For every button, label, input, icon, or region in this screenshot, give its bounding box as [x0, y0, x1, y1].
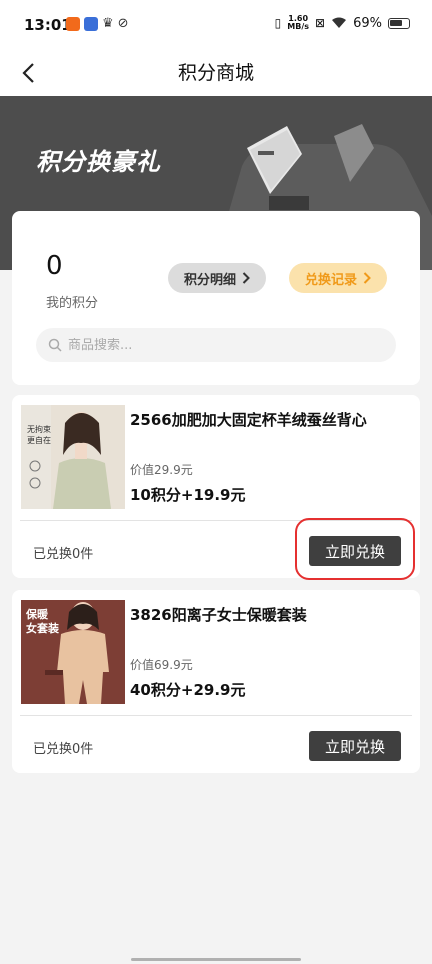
- redeemed-count: 已兑换0件: [33, 742, 94, 757]
- product-name: 2566加肥加大固定杯羊绒蚕丝背心: [130, 411, 367, 429]
- search-input[interactable]: [68, 337, 368, 353]
- sim-icon: ⊠: [315, 16, 326, 30]
- vibrate-icon: ▯: [274, 16, 282, 30]
- redeem-button[interactable]: 立即兑换: [309, 536, 401, 566]
- points-label: 我的积分: [46, 296, 99, 311]
- crown-icon: ♛: [102, 16, 114, 31]
- product-image: 保暖 女套装: [21, 600, 125, 704]
- product-price: 10积分+19.9元: [130, 486, 246, 504]
- chevron-right-icon: [363, 272, 371, 284]
- banner-slogan: 积分换豪礼: [36, 149, 161, 176]
- net-speed: 1.60 MB/s: [287, 15, 309, 31]
- points-detail-button[interactable]: 积分明细: [168, 263, 266, 293]
- exchange-records-button[interactable]: 兑换记录: [289, 263, 387, 293]
- points-value: 0: [46, 251, 63, 281]
- status-app-icons: ♛ ⊘: [66, 17, 129, 31]
- svg-text:无拘束: 无拘束: [27, 424, 51, 434]
- product-name: 3826阳离子女士保暖套装: [130, 606, 307, 624]
- link-icon: ⊘: [117, 16, 129, 31]
- svg-text:保暖: 保暖: [25, 607, 49, 621]
- search-icon: [48, 338, 62, 352]
- nav-bar: 积分商城: [0, 50, 432, 96]
- svg-text:女套装: 女套装: [26, 621, 59, 635]
- battery-icon: [388, 17, 410, 29]
- chevron-right-icon: [242, 272, 250, 284]
- app-notification-icon: [66, 17, 80, 31]
- points-detail-label: 积分明细: [183, 272, 236, 288]
- net-speed-unit: MB/s: [287, 22, 310, 31]
- exchange-records-label: 兑换记录: [304, 272, 357, 288]
- status-bar: 13:01 ♛ ⊘ ▯ 1.60 MB/s ⊠ 69%: [0, 0, 432, 50]
- card-divider: [20, 715, 412, 716]
- wifi-icon: [332, 17, 347, 28]
- product-card[interactable]: 保暖 女套装 3826阳离子女士保暖套装 价值69.9元 40积分+29.9元 …: [12, 590, 420, 773]
- search-box[interactable]: [36, 328, 396, 362]
- battery-percent: 69%: [353, 15, 382, 31]
- app-notification-icon: [84, 17, 98, 31]
- product-image: 无拘束 更自在: [21, 405, 125, 509]
- product-price: 40积分+29.9元: [130, 681, 246, 699]
- points-card: 0 我的积分 积分明细 兑换记录: [12, 211, 420, 385]
- home-indicator: [131, 958, 301, 961]
- product-card[interactable]: 无拘束 更自在 2566加肥加大固定杯羊绒蚕丝背心 价值29.9元 10积分+1…: [12, 395, 420, 580]
- redeemed-count: 已兑换0件: [33, 547, 94, 562]
- redeem-button[interactable]: 立即兑换: [309, 731, 401, 761]
- product-value: 价值29.9元: [130, 463, 193, 477]
- product-value: 价值69.9元: [130, 658, 193, 672]
- svg-text:更自在: 更自在: [27, 435, 51, 445]
- status-time: 13:01: [24, 16, 72, 34]
- status-right: ▯ 1.60 MB/s ⊠ 69%: [275, 15, 410, 31]
- page-title: 积分商城: [177, 62, 254, 84]
